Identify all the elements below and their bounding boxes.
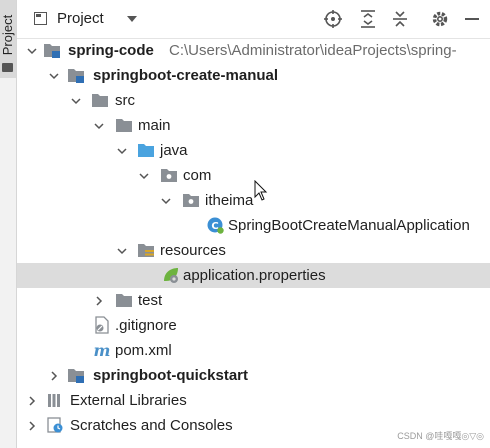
tree-row-java[interactable]: java xyxy=(17,138,490,163)
tree-row-external-libraries[interactable]: External Libraries xyxy=(17,388,490,413)
chevron-right-icon[interactable] xyxy=(26,420,38,432)
chevron-down-icon[interactable] xyxy=(116,245,128,257)
module-folder-icon xyxy=(44,44,60,58)
tree-row-spring-code[interactable]: spring-code C:\Users\Administrator\ideaP… xyxy=(17,38,490,63)
tree-row-test[interactable]: test xyxy=(17,288,490,313)
tree-label: spring-code xyxy=(68,42,154,59)
tree-row-application-properties[interactable]: application.properties xyxy=(17,263,490,288)
tree-label: itheima xyxy=(205,192,254,209)
chevron-down-icon[interactable] xyxy=(93,120,105,132)
folder-icon xyxy=(116,294,132,307)
spring-class-icon: C xyxy=(207,217,224,234)
tree-label: pom.xml xyxy=(115,342,172,359)
project-tree: spring-code C:\Users\Administrator\ideaP… xyxy=(17,38,490,448)
tree-row-pom-xml[interactable]: m pom.xml xyxy=(17,338,490,363)
chevron-down-icon[interactable] xyxy=(160,195,172,207)
tree-label: springboot-quickstart xyxy=(93,367,249,384)
project-path: C:\Users\Administrator\ideaProjects\spri… xyxy=(169,42,457,59)
tree-row-gitignore[interactable]: .gitignore xyxy=(17,313,490,338)
chevron-down-icon[interactable] xyxy=(138,170,150,182)
tree-label: resources xyxy=(160,242,226,259)
tree-label: Scratches and Consoles xyxy=(70,417,233,434)
gitignore-file-icon xyxy=(95,316,109,334)
folder-icon xyxy=(116,119,132,132)
chevron-right-icon[interactable] xyxy=(93,295,105,307)
project-view-icon xyxy=(34,12,47,25)
chevron-right-icon[interactable] xyxy=(26,395,38,407)
chevron-down-icon[interactable] xyxy=(127,16,137,22)
svg-text:m: m xyxy=(94,341,111,359)
tree-row-main[interactable]: main xyxy=(17,113,490,138)
tree-label: springboot-create-manual xyxy=(93,67,279,84)
tree-row-src[interactable]: src xyxy=(17,88,490,113)
chevron-down-icon[interactable] xyxy=(116,145,128,157)
tree-label: java xyxy=(160,142,188,159)
watermark: CSDN @哇嘎嘎◎▽◎ xyxy=(397,431,484,441)
package-icon xyxy=(183,194,199,207)
tree-row-springbootcreatemanualapplication[interactable]: C SpringBootCreateManualApplication xyxy=(17,213,490,238)
spring-properties-icon xyxy=(164,268,178,283)
source-folder-icon xyxy=(138,144,154,157)
project-tab-label: Project xyxy=(0,14,15,56)
project-folder-icon xyxy=(2,63,13,72)
maven-icon: m xyxy=(94,341,111,359)
chevron-down-icon[interactable] xyxy=(70,95,82,107)
module-folder-icon xyxy=(68,69,84,83)
chevron-right-icon[interactable] xyxy=(48,370,60,382)
chevron-down-icon[interactable] xyxy=(26,45,38,57)
scratches-icon xyxy=(47,417,63,433)
expand-all-icon[interactable] xyxy=(358,9,378,29)
folder-icon xyxy=(92,94,108,107)
tool-window-stripe: Project xyxy=(0,0,17,448)
tree-label: .gitignore xyxy=(115,317,177,334)
tree-label: main xyxy=(138,117,171,134)
tree-label: src xyxy=(115,92,135,109)
tree-label: test xyxy=(138,292,163,309)
tree-label: application.properties xyxy=(183,267,326,284)
tree-row-springboot-create-manual[interactable]: springboot-create-manual xyxy=(17,63,490,88)
collapse-all-icon[interactable] xyxy=(390,9,410,29)
project-toolbar: Project xyxy=(17,0,490,39)
libraries-icon xyxy=(48,394,60,407)
mouse-cursor-icon xyxy=(254,180,268,201)
project-tool-window-tab[interactable]: Project xyxy=(0,0,16,78)
tree-row-springboot-quickstart[interactable]: springboot-quickstart xyxy=(17,363,490,388)
minimize-icon[interactable] xyxy=(462,9,482,29)
resources-folder-icon xyxy=(138,244,154,257)
tree-label: com xyxy=(183,167,212,184)
package-icon xyxy=(161,169,177,182)
tree-label: External Libraries xyxy=(70,392,187,409)
locate-icon[interactable] xyxy=(323,9,343,29)
chevron-down-icon[interactable] xyxy=(48,70,60,82)
tree-label: SpringBootCreateManualApplication xyxy=(228,217,470,234)
project-view-title[interactable]: Project xyxy=(57,10,104,28)
gear-icon[interactable] xyxy=(430,9,450,29)
tree-row-resources[interactable]: resources xyxy=(17,238,490,263)
module-folder-icon xyxy=(68,369,84,383)
